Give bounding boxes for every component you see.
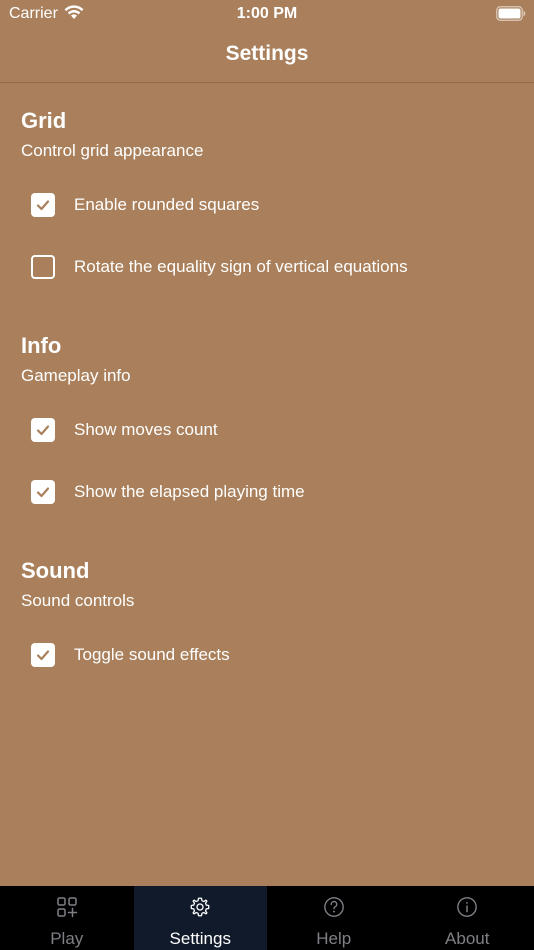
status-time: 1:00 PM [236,5,298,22]
option-label: Show the elapsed playing time [74,482,305,501]
option-sound-effects[interactable]: Toggle sound effects [31,641,230,669]
page-title: Settings [225,42,309,65]
nav-divider [0,82,534,83]
section-subtitle-info: Gameplay info [21,366,131,385]
checkmark-icon [36,200,50,211]
option-label: Toggle sound effects [74,645,230,664]
option-label: Rotate the equality sign of vertical equ… [74,257,408,276]
grid-plus-icon [0,896,134,918]
section-title-grid: Grid [21,108,67,133]
option-rounded-squares[interactable]: Enable rounded squares [31,191,259,219]
section-subtitle-sound: Sound controls [21,591,135,610]
section-title-info: Info [21,333,62,358]
section-title-sound: Sound [21,558,90,583]
status-bar: Carrier 1:00 PM [0,0,534,28]
tab-play[interactable]: Play [0,886,134,950]
checkmark-icon [36,487,50,498]
option-label: Enable rounded squares [74,195,260,214]
option-moves-count[interactable]: Show moves count [31,416,218,444]
option-elapsed-time[interactable]: Show the elapsed playing time [31,478,305,506]
question-circle-icon [267,896,401,918]
tab-bar: Play Settings Help About [0,886,534,950]
checkbox-rounded-squares[interactable] [31,193,55,217]
tab-settings[interactable]: Settings [133,886,268,950]
checkmark-icon [36,650,50,661]
tab-label-settings: Settings [169,929,231,948]
tab-help[interactable]: Help [267,886,401,950]
gear-icon [134,896,268,918]
tab-about[interactable]: About [401,886,534,950]
option-rotate-equality-sign[interactable]: Rotate the equality sign of vertical equ… [31,253,408,281]
checkbox-rotate-equality-sign[interactable] [31,255,55,279]
tab-label-about: About [445,929,490,948]
battery-icon [496,6,526,26]
tab-label-help: Help [316,929,352,948]
info-circle-icon [401,896,534,918]
checkbox-sound-effects[interactable] [31,643,55,667]
tab-label-play: Play [50,929,84,948]
section-subtitle-grid: Control grid appearance [21,141,204,160]
checkmark-icon [36,425,50,436]
checkbox-elapsed-time[interactable] [31,480,55,504]
checkbox-moves-count[interactable] [31,418,55,442]
option-label: Show moves count [74,420,218,439]
